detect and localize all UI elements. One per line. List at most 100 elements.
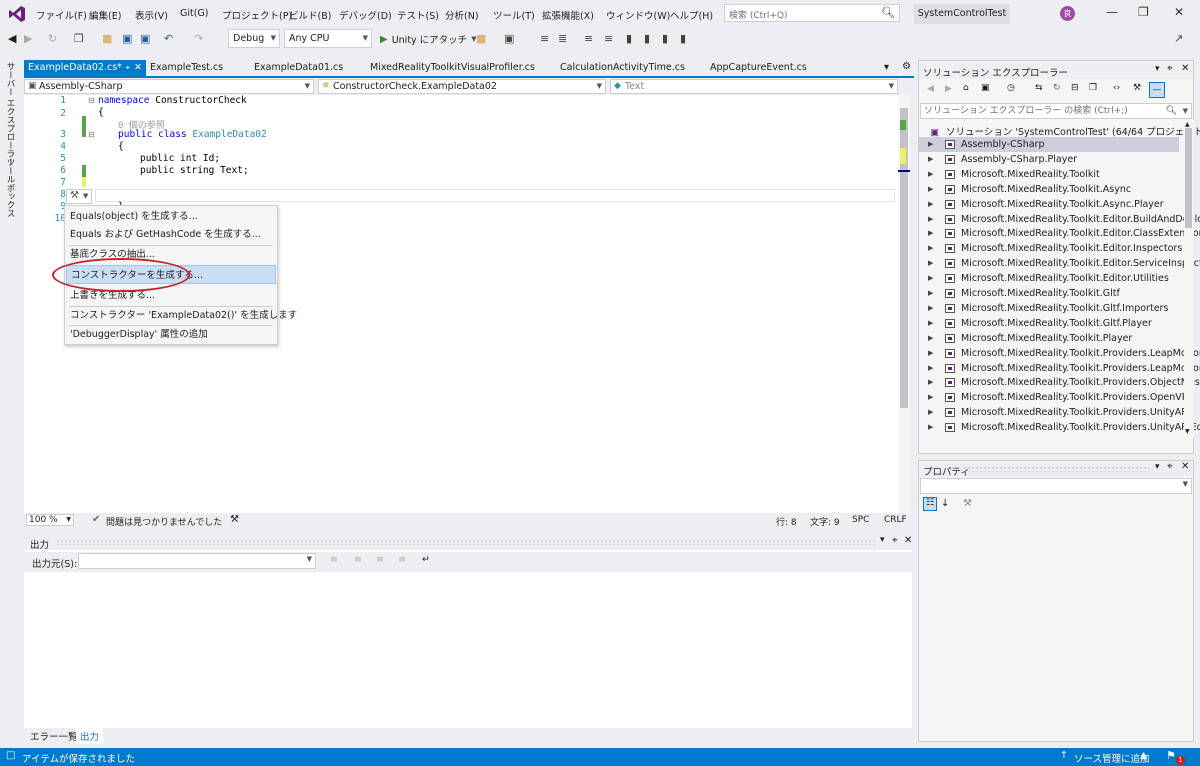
close-icon[interactable]: ✕ (134, 60, 142, 76)
close-icon[interactable]: ✕ (1181, 63, 1189, 74)
expand-arrow-icon[interactable]: ▶ (928, 316, 933, 331)
categorized-icon[interactable]: ☷ (923, 497, 937, 511)
source-control-button[interactable]: ソース管理に追加 (1074, 751, 1150, 765)
menu-edit[interactable]: 編集(E) (89, 8, 121, 22)
bookmark-clear-icon[interactable]: ▮ (680, 32, 686, 45)
menu-file[interactable]: ファイル(F) (36, 8, 87, 22)
server-explorer-tab[interactable]: サーバー エクスプローラー (4, 62, 16, 167)
project-item[interactable]: ▶ Microsoft.MixedReality.Toolkit (919, 167, 1179, 182)
expand-arrow-icon[interactable]: ▶ (928, 271, 933, 286)
project-item[interactable]: ▶ Assembly-CSharp (919, 137, 1179, 152)
configuration-select[interactable]: Debug ▼ (228, 29, 280, 48)
menu-analyze[interactable]: 分析(N) (445, 8, 479, 22)
expand-arrow-icon[interactable]: ▶ (928, 375, 933, 390)
project-item[interactable]: ▶ Microsoft.MixedReality.Toolkit.Gltf.Imp… (919, 301, 1179, 316)
project-nav-combo[interactable]: ▣ Assembly-CSharp ▼ (24, 79, 314, 94)
property-pages-icon[interactable]: ⚒ (963, 498, 972, 509)
step-icon[interactable]: ≡ (540, 32, 549, 45)
close-icon[interactable]: ✕ (1181, 461, 1189, 472)
project-item[interactable]: ▶ Microsoft.MixedReality.Toolkit.Editor.B… (919, 212, 1200, 227)
breakpoint-icon[interactable]: ≣ (558, 32, 567, 45)
project-item[interactable]: ▶ Microsoft.MixedReality.Toolkit.Editor.I… (919, 241, 1182, 256)
collapse-icon[interactable]: ⊟ (88, 96, 95, 105)
expand-arrow-icon[interactable]: ▶ (928, 197, 933, 212)
menu-extensions[interactable]: 拡張機能(X) (542, 8, 594, 22)
project-item[interactable]: ▶ Microsoft.MixedReality.Toolkit.Player (919, 331, 1179, 346)
bookmark-next-icon[interactable]: ▮ (662, 32, 668, 45)
project-item[interactable]: ▶ Microsoft.MixedReality.Toolkit.Async.Pl… (919, 197, 1179, 212)
expand-arrow-icon[interactable]: ▶ (928, 390, 933, 405)
bookmark-icon[interactable]: ▮ (626, 32, 632, 45)
scroll-down-icon[interactable]: ▼ (1185, 428, 1190, 435)
tab-exampledata01[interactable]: ExampleData01.cs (250, 60, 347, 76)
solution-scroll-thumb[interactable] (1185, 128, 1192, 228)
qa-generate-equals[interactable]: Equals(object) を生成する... (66, 207, 276, 226)
show-all-files-icon[interactable]: ❐ (1089, 83, 1097, 93)
expand-arrow-icon[interactable]: ▶ (928, 226, 933, 241)
history-icon[interactable]: ◷ (1007, 83, 1015, 93)
expand-arrow-icon[interactable]: ▶ (928, 182, 933, 197)
next-message-icon[interactable]: ≡ (376, 554, 384, 565)
pin-icon[interactable]: ⌖ (1167, 461, 1173, 472)
prev-message-icon[interactable]: ≡ (354, 554, 362, 565)
unity-attach-button[interactable]: ▶ Unity にアタッチ ▼ (380, 32, 477, 47)
properties-wrench-icon[interactable]: ⚒ (1133, 83, 1141, 93)
tab-exampletest[interactable]: ExampleTest.cs (146, 60, 227, 76)
menu-window[interactable]: ウィンドウ(W) (606, 8, 670, 22)
switch-views-icon[interactable]: ▣ (981, 83, 990, 93)
home-icon[interactable]: ⌂ (963, 83, 969, 93)
project-item[interactable]: ▶ Microsoft.MixedReality.Toolkit.Gltf (919, 286, 1179, 301)
issues-status[interactable]: 問題は見つかりませんでした (106, 515, 222, 528)
qa-add-debuggerdisplay[interactable]: 'DebuggerDisplay' 属性の追加 (66, 325, 276, 344)
chevron-down-icon[interactable]: ▾ (1155, 462, 1160, 472)
project-item[interactable]: ▶ Microsoft.MixedReality.Toolkit.Editor.S… (919, 256, 1200, 271)
clear-all-icon[interactable]: ≡ (398, 554, 406, 565)
forward-icon[interactable]: ▶ (24, 32, 32, 45)
back-icon[interactable]: ◀ (8, 32, 16, 45)
find-in-files-icon[interactable]: ■ (476, 32, 486, 45)
pin-icon[interactable]: ⌖ (1167, 63, 1173, 74)
qa-generate-default-constructor[interactable]: コンストラクター 'ExampleData02()' を生成します (66, 306, 297, 325)
toolbox-tab[interactable]: ツールボックス (4, 158, 16, 218)
restore-icon[interactable]: ❐ (1138, 5, 1149, 19)
project-item[interactable]: ▶ Microsoft.MixedReality.Toolkit.Editor.U… (919, 271, 1179, 286)
menu-git[interactable]: Git(G) (180, 8, 209, 19)
project-item[interactable]: ▶ Microsoft.MixedReality.Toolkit.Provider… (919, 405, 1188, 420)
chevron-down-icon[interactable]: ▾ (1155, 64, 1160, 74)
scroll-up-icon[interactable]: ▲ (1185, 121, 1190, 128)
save-icon[interactable]: ▣ (122, 32, 132, 45)
pin-icon[interactable]: ⌖ (892, 535, 898, 546)
live-share-icon[interactable]: ↗ (1174, 32, 1183, 45)
member-nav-combo[interactable]: ◆ Text ▼ (610, 79, 898, 94)
alphabetical-icon[interactable]: ↓ (941, 498, 949, 509)
platform-select[interactable]: Any CPU ▼ (284, 29, 372, 48)
chevron-down-icon[interactable]: ▾ (880, 535, 885, 545)
expand-arrow-icon[interactable]: ▶ (928, 405, 933, 420)
solution-root[interactable]: ▣ ソリューション 'SystemControlTest' (64/64 プロジ… (930, 124, 1200, 138)
outdent-icon[interactable]: ≡ (604, 32, 613, 45)
project-item[interactable]: ▶ Assembly-CSharp.Player (919, 152, 1179, 167)
open-folder-icon[interactable]: ■ (102, 32, 112, 45)
brush-icon[interactable]: ⚒ (230, 514, 239, 525)
project-item[interactable]: ▶ Microsoft.MixedReality.Toolkit.Provider… (919, 420, 1200, 435)
collapse-all-icon[interactable]: ⊟ (1071, 83, 1079, 93)
close-icon[interactable]: ✕ (904, 535, 912, 546)
pin-icon[interactable]: ⌖ (125, 60, 130, 76)
refresh-icon[interactable]: ↻ (1053, 83, 1061, 93)
menu-tools[interactable]: ツール(T) (493, 8, 535, 22)
tab-calculationactivitytime[interactable]: CalculationActivityTime.cs (556, 60, 689, 76)
expand-arrow-icon[interactable]: ▶ (928, 331, 933, 346)
indent-icon[interactable]: ≡ (584, 32, 593, 45)
screenshot-icon[interactable]: ▣ (504, 32, 514, 45)
tab-visualprofiler[interactable]: MixedRealityToolkitVisualProfiler.cs (366, 60, 539, 76)
project-item[interactable]: ▶ Microsoft.MixedReality.Toolkit.Provider… (919, 375, 1200, 390)
tab-overflow-icon[interactable]: ▾ (884, 62, 889, 73)
output-source-select[interactable]: ▼ (78, 553, 316, 569)
save-all-icon[interactable]: ▣ (140, 32, 150, 45)
tab-appcaptureevent[interactable]: AppCaptureEvent.cs (706, 60, 811, 76)
expand-arrow-icon[interactable]: ▶ (928, 137, 933, 152)
menu-help[interactable]: ヘルプ(H) (670, 8, 713, 22)
expand-arrow-icon[interactable]: ▶ (928, 420, 933, 435)
notification-bell-icon[interactable]: ⚑ (1166, 749, 1176, 762)
redo-icon[interactable]: ↷ (194, 32, 203, 45)
